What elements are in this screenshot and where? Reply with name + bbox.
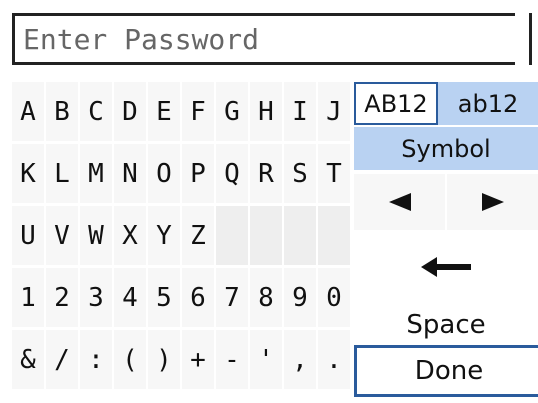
character-key[interactable]: 3	[80, 268, 112, 327]
character-key[interactable]: /	[46, 330, 78, 389]
character-key[interactable]: 7	[216, 268, 248, 327]
character-key[interactable]: V	[46, 206, 78, 265]
character-keyboard: A B C D E F G H I J K L M N O P Q R S T U V W X Y Z 1 2 3 4 5 6 7 8 9 0 & /:(…	[12, 82, 350, 397]
character-key[interactable]: D	[114, 82, 146, 141]
backspace-button[interactable]	[354, 242, 538, 292]
character-key[interactable]: 2	[46, 268, 78, 327]
character-key[interactable]: 6	[182, 268, 214, 327]
character-key[interactable]: ,	[284, 330, 316, 389]
character-key[interactable]: 0	[318, 268, 350, 327]
character-key[interactable]: Q	[216, 144, 248, 203]
character-key[interactable]: S	[284, 144, 316, 203]
character-key[interactable]: G	[216, 82, 248, 141]
character-key[interactable]: X	[114, 206, 146, 265]
character-key[interactable]: .	[318, 330, 350, 389]
cursor-right-button[interactable]	[447, 174, 538, 230]
case-mode-row: AB12 ab12	[354, 82, 538, 125]
character-key[interactable]: P	[182, 144, 214, 203]
backspace-arrow-icon	[421, 257, 471, 277]
character-key[interactable]: L	[46, 144, 78, 203]
character-key[interactable]: R	[250, 144, 282, 203]
password-placeholder: Enter Password	[23, 22, 260, 56]
control-panel: AB12 ab12 Symbol Space Done	[354, 82, 538, 397]
character-key[interactable]: Z	[182, 206, 214, 265]
cursor-arrows	[354, 174, 538, 230]
character-key[interactable]: (	[114, 330, 146, 389]
character-key[interactable]: T	[318, 144, 350, 203]
character-key[interactable]: U	[12, 206, 44, 265]
character-key[interactable]: )	[148, 330, 180, 389]
uppercase-mode-button[interactable]: AB12	[354, 82, 438, 125]
left-arrow-icon	[388, 193, 411, 211]
done-button[interactable]: Done	[354, 345, 538, 397]
character-key[interactable]: +	[182, 330, 214, 389]
character-key[interactable]: 5	[148, 268, 180, 327]
character-key[interactable]: K	[12, 144, 44, 203]
character-key[interactable]: N	[114, 144, 146, 203]
character-key[interactable]: &	[12, 330, 44, 389]
symbol-mode-button[interactable]: Symbol	[354, 127, 538, 170]
character-key[interactable]: '	[250, 330, 282, 389]
character-key[interactable]: :	[80, 330, 112, 389]
blank-key	[216, 206, 248, 265]
password-input[interactable]: Enter Password	[12, 13, 532, 65]
character-key[interactable]: C	[80, 82, 112, 141]
character-key[interactable]: E	[148, 82, 180, 141]
character-key[interactable]: 4	[114, 268, 146, 327]
character-key[interactable]: H	[250, 82, 282, 141]
character-key[interactable]: 9	[284, 268, 316, 327]
character-key[interactable]: B	[46, 82, 78, 141]
character-key[interactable]: -	[216, 330, 248, 389]
right-arrow-icon	[481, 193, 504, 211]
lowercase-mode-button[interactable]: ab12	[438, 82, 538, 125]
character-key[interactable]: M	[80, 144, 112, 203]
space-button[interactable]: Space	[354, 294, 538, 342]
cursor-left-button[interactable]	[354, 174, 445, 230]
character-key[interactable]: W	[80, 206, 112, 265]
blank-key	[318, 206, 350, 265]
character-key[interactable]: A	[12, 82, 44, 141]
blank-key	[250, 206, 282, 265]
character-key[interactable]: F	[182, 82, 214, 141]
character-key[interactable]: Y	[148, 206, 180, 265]
character-key[interactable]: O	[148, 144, 180, 203]
character-key[interactable]: 1	[12, 268, 44, 327]
character-key[interactable]: J	[318, 82, 350, 141]
blank-key	[284, 206, 316, 265]
character-key[interactable]: I	[284, 82, 316, 141]
character-key[interactable]: 8	[250, 268, 282, 327]
